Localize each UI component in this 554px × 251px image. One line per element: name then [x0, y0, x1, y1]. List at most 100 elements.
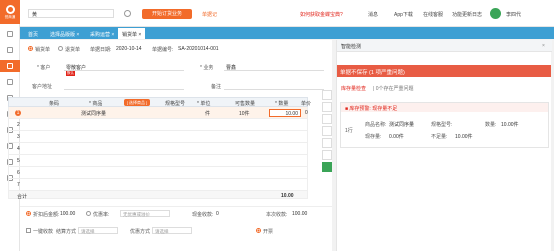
invoice-toggle[interactable]	[256, 228, 261, 233]
document-link[interactable]: 单据记	[202, 11, 217, 18]
table-header: 条码 * 商品 [ 选择商品 ] 规格型号 * 单位 可售数量 * 数量 单价	[8, 97, 312, 107]
table-row[interactable]: 4	[8, 143, 308, 155]
salesperson-underline	[224, 70, 324, 71]
date-value[interactable]: 2020-10-14	[116, 46, 142, 52]
close-icon[interactable]: ×	[542, 43, 545, 49]
logo-text: 悦商通	[4, 14, 16, 19]
received-value: 100.00	[292, 211, 308, 217]
tool-print-icon[interactable]	[322, 90, 332, 100]
app-logo[interactable]: 悦商通	[0, 0, 20, 24]
refresh-icon[interactable]	[124, 10, 131, 17]
card-qty-value: 10.00件	[501, 122, 519, 128]
avatar[interactable]	[490, 8, 501, 19]
top-help-link[interactable]: 如何获取金蝶宝典?	[300, 11, 343, 18]
row-index: 5	[17, 158, 20, 164]
remark-label: 备注	[211, 84, 222, 90]
nav-home-icon[interactable]	[0, 28, 20, 40]
radio-sales-order-label: 销货单	[35, 47, 51, 53]
discount-amount-radio[interactable]	[26, 211, 31, 216]
tab-bar: 首页 选择品版版 × 采购运营 × 销货单 ×	[20, 27, 554, 39]
nav-sales-icon[interactable]	[0, 60, 20, 72]
address-field[interactable]	[64, 89, 184, 90]
tool-attach-icon[interactable]	[322, 114, 332, 124]
select-product-button[interactable]: [ 选择商品 ]	[124, 99, 150, 106]
table-row[interactable]: 5	[8, 155, 308, 167]
tool-copy-icon[interactable]	[322, 102, 332, 112]
invoice-label: 开票	[263, 229, 274, 235]
settle-label: 结算方式	[56, 229, 77, 235]
discount-amount-label: 折扣后金额:	[33, 212, 60, 218]
one-click-checkbox[interactable]	[26, 228, 31, 233]
tool-settings-icon[interactable]	[322, 126, 332, 136]
row-price[interactable]: 0	[305, 110, 308, 116]
remark-field[interactable]	[224, 89, 324, 90]
row-index: 2	[17, 122, 20, 128]
search-input[interactable]: 黄	[28, 9, 114, 18]
receipt-value[interactable]: 0	[216, 211, 219, 217]
tool-check-icon[interactable]	[322, 162, 332, 172]
topbar: 黄 开始订货业务 单据记 如何获取金蝶宝典? 消息 App下载 在线客服 功能更…	[20, 0, 554, 27]
table-row[interactable]: 1 测试同序量 件 10件 10.00 0	[8, 107, 308, 119]
table-row[interactable]: 2	[8, 119, 308, 131]
top-messages[interactable]: 消息	[368, 11, 378, 18]
card-stock-value: 0.00件	[389, 134, 404, 140]
row-product[interactable]: 测试同序量	[81, 110, 106, 117]
row-index: 6	[17, 170, 20, 176]
discount-type-select[interactable]: 请选择	[152, 227, 192, 234]
user-name[interactable]: 李四代	[506, 11, 521, 18]
top-support[interactable]: 在线客服	[423, 11, 443, 18]
discount-amount-value: 100.00	[60, 211, 76, 217]
start-order-button[interactable]: 开始订货业务	[142, 9, 192, 19]
discount-input[interactable]: 无优惠或溢价	[120, 210, 170, 217]
tab-purchase-ops[interactable]: 采购运营 ×	[86, 28, 118, 39]
card-shortage-label: 不足量:	[431, 134, 448, 140]
date-label: 单据日期:	[90, 47, 112, 53]
panel-header: 智能检测 ×	[337, 40, 552, 52]
top-app-download[interactable]: App下载	[394, 11, 413, 18]
issue-link[interactable]: 库存量检查	[341, 85, 366, 92]
customer-label: * 客户	[37, 65, 51, 71]
discount-type-label: 优惠方式	[130, 229, 151, 235]
card-qty-label: 数量:	[485, 122, 497, 128]
table-row[interactable]: 3	[8, 131, 308, 143]
row-quantity-input[interactable]: 10.00	[269, 109, 301, 117]
nav-purchase-icon[interactable]	[0, 44, 20, 56]
bottom-bar: 折扣后金额: 100.00 优惠率: 无优惠或溢价 现金收款: 0 本次收款: …	[20, 206, 332, 251]
row-add-icon[interactable]: 1	[15, 110, 21, 116]
th-price: 单价	[301, 101, 312, 107]
customer-underline	[64, 70, 184, 71]
row-unit[interactable]: 件	[205, 110, 210, 117]
salesperson-label: * 业务	[200, 65, 214, 71]
row-index: 4	[17, 146, 20, 152]
discount-rate-radio[interactable]	[86, 211, 91, 216]
tool-history-icon[interactable]	[322, 138, 332, 148]
tool-view-icon[interactable]	[322, 150, 332, 160]
received-label: 本次收款:	[266, 212, 288, 218]
settle-select[interactable]: 请选择	[78, 227, 118, 234]
logo-mark-icon	[5, 4, 15, 14]
row-index: 7	[17, 182, 20, 188]
total-label: 合计	[17, 194, 28, 200]
radio-sales-order[interactable]	[28, 46, 33, 51]
tab-home[interactable]: 首页	[24, 28, 42, 39]
tab-sales-order[interactable]: 销货单 ×	[118, 28, 146, 39]
card-stock-label: 现存量:	[365, 134, 382, 140]
discount-rate-label: 优惠率:	[93, 212, 110, 218]
th-unit: * 单位	[197, 101, 211, 107]
row-available: 10件	[239, 111, 250, 117]
issue-detail: | 0个存在严重问题	[373, 86, 414, 92]
table-total-row: 合计 10.00	[8, 190, 308, 200]
row-index: 3	[17, 134, 20, 140]
tab-select-products[interactable]: 选择品版版 ×	[46, 28, 83, 39]
nav-inventory-icon[interactable]	[0, 76, 20, 88]
number-value[interactable]: SA-20201014-001	[178, 46, 219, 52]
default-badge: 默认	[66, 71, 75, 76]
card-header: ■ 库存预警: 现存量不足	[341, 103, 548, 112]
th-spec: 规格型号	[165, 101, 186, 107]
top-changelog[interactable]: 功能更新日志	[452, 11, 482, 18]
radio-return-order[interactable]	[58, 46, 63, 51]
radio-return-order-label: 退货单	[65, 47, 81, 53]
panel-title: 智能检测	[341, 44, 362, 50]
table-row[interactable]: 6	[8, 167, 308, 179]
card-spec-label: 规格型号:	[431, 122, 453, 128]
